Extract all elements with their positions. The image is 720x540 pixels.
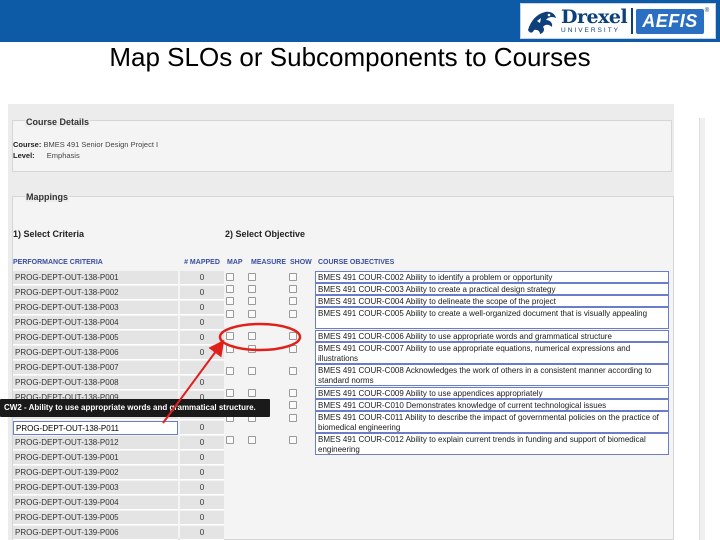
course-objectives-header: COURSE OBJECTIVES <box>318 259 395 266</box>
criteria-row[interactable]: PROG-DEPT-OUT-138-P008 <box>13 376 178 390</box>
map-checkbox[interactable] <box>226 389 234 397</box>
dragon-logo-icon <box>528 11 556 34</box>
criteria-row[interactable]: PROG-DEPT-OUT-138-P002 <box>13 286 178 300</box>
measure-checkbox[interactable] <box>248 345 256 353</box>
criteria-row[interactable]: PROG-DEPT-OUT-139-P004 <box>13 496 178 510</box>
performance-criteria-header: PERFORMANCE CRITERIA <box>13 259 103 266</box>
course-value: BMES 491 Senior Design Project I <box>43 140 159 149</box>
objective-row[interactable]: BMES 491 COUR-C006 Ability to use approp… <box>315 330 669 342</box>
map-checkbox[interactable] <box>226 436 234 444</box>
show-checkbox[interactable] <box>289 436 297 444</box>
registered-mark: ® <box>704 8 710 14</box>
mapped-count: 0 <box>180 376 224 390</box>
mapped-count <box>180 361 224 375</box>
level-label: Level: <box>13 151 35 160</box>
show-header: SHOW <box>290 259 312 266</box>
map-checkbox[interactable] <box>226 345 234 353</box>
map-checkbox[interactable] <box>226 332 234 340</box>
criteria-tooltip: CW2 - Ability to use appropriate words a… <box>0 399 270 417</box>
map-checkbox[interactable] <box>226 367 234 375</box>
mapped-count-header: # MAPPED <box>184 259 220 266</box>
measure-checkbox[interactable] <box>248 310 256 318</box>
mapped-count: 0 <box>180 466 224 480</box>
mapped-count: 0 <box>180 451 224 465</box>
criteria-row[interactable]: PROG-DEPT-OUT-138-P007 <box>13 361 178 375</box>
slide-title: Map SLOs or Subcomponents to Courses <box>109 42 591 72</box>
show-checkbox[interactable] <box>289 345 297 353</box>
map-checkbox[interactable] <box>226 273 234 281</box>
show-checkbox[interactable] <box>289 310 297 318</box>
map-checkbox[interactable] <box>226 310 234 318</box>
drexel-aefis-logo: Drexel UNIVERSITY AEFIS ® <box>520 3 716 39</box>
mapped-count: 0 <box>180 511 224 525</box>
objective-row[interactable]: BMES 491 COUR-C010 Demonstrates knowledg… <box>315 399 669 411</box>
criteria-row[interactable]: PROG-DEPT-OUT-139-P006 <box>13 526 178 540</box>
mappings-title: Mappings <box>25 192 69 202</box>
measure-checkbox[interactable] <box>248 297 256 305</box>
mapped-count: 0 <box>180 421 224 435</box>
objective-row[interactable]: BMES 491 COUR-C009 Ability to use append… <box>315 387 669 399</box>
show-checkbox[interactable] <box>289 389 297 397</box>
objective-row[interactable]: BMES 491 COUR-C002 Ability to identify a… <box>315 271 669 283</box>
level-value: Emphasis <box>46 151 80 160</box>
page-scrollbar[interactable] <box>699 118 705 540</box>
criteria-row[interactable]: PROG-DEPT-OUT-139-P003 <box>13 481 178 495</box>
criteria-row[interactable]: PROG-DEPT-OUT-138-P005 <box>13 331 178 345</box>
measure-header: MEASURE <box>251 259 287 266</box>
objective-row[interactable]: BMES 491 COUR-C011 Ability to describe t… <box>315 411 669 433</box>
show-checkbox[interactable] <box>289 273 297 281</box>
aefis-wordmark: AEFIS <box>636 8 704 34</box>
mapped-count: 0 <box>180 496 224 510</box>
show-checkbox[interactable] <box>289 297 297 305</box>
criteria-row[interactable]: PROG-DEPT-OUT-138-P012 <box>13 436 178 450</box>
criteria-row[interactable]: PROG-DEPT-OUT-139-P005 <box>13 511 178 525</box>
course-details-title: Course Details <box>25 117 91 127</box>
drexel-wordmark: Drexel <box>561 5 628 28</box>
show-checkbox[interactable] <box>289 401 297 409</box>
mapped-count: 0 <box>180 436 224 450</box>
measure-checkbox[interactable] <box>248 367 256 375</box>
step-select-criteria: 1) Select Criteria <box>13 229 85 239</box>
objective-row[interactable]: BMES 491 COUR-C004 Ability to delineate … <box>315 295 669 307</box>
map-header: MAP <box>227 259 243 266</box>
mapped-count: 0 <box>180 526 224 540</box>
measure-checkbox[interactable] <box>248 332 256 340</box>
course-label: Course: <box>13 140 42 149</box>
objective-row[interactable]: BMES 491 COUR-C008 Acknowledges the work… <box>315 364 669 386</box>
logo-divider <box>631 8 634 34</box>
mapped-count: 0 <box>180 331 224 345</box>
measure-checkbox[interactable] <box>248 389 256 397</box>
criteria-row[interactable]: PROG-DEPT-OUT-138-P004 <box>13 316 178 330</box>
step-select-objective: 2) Select Objective <box>225 229 306 239</box>
measure-checkbox[interactable] <box>248 273 256 281</box>
mapped-count: 0 <box>180 481 224 495</box>
objective-row[interactable]: BMES 491 COUR-C007 Ability to use approp… <box>315 342 669 364</box>
course-line: Course: BMES 491 Senior Design Project I <box>13 140 158 149</box>
university-wordmark: UNIVERSITY <box>561 26 621 34</box>
show-checkbox[interactable] <box>289 414 297 422</box>
criteria-row[interactable]: PROG-DEPT-OUT-139-P002 <box>13 466 178 480</box>
objective-row[interactable]: BMES 491 COUR-C005 Ability to create a w… <box>315 307 669 329</box>
show-checkbox[interactable] <box>289 367 297 375</box>
level-line: Level: Emphasis <box>13 151 80 160</box>
mapped-count: 0 <box>180 286 224 300</box>
criteria-row[interactable]: PROG-DEPT-OUT-139-P001 <box>13 451 178 465</box>
criteria-row[interactable]: PROG-DEPT-OUT-138-P006 <box>13 346 178 360</box>
show-checkbox[interactable] <box>289 285 297 293</box>
show-checkbox[interactable] <box>289 332 297 340</box>
criteria-row-selected[interactable]: PROG-DEPT-OUT-138-P011 <box>13 421 178 435</box>
mapped-count: 0 <box>180 301 224 315</box>
mapped-count: 0 <box>180 271 224 285</box>
objective-row[interactable]: BMES 491 COUR-C012 Ability to explain cu… <box>315 433 669 455</box>
map-checkbox[interactable] <box>226 297 234 305</box>
measure-checkbox[interactable] <box>248 436 256 444</box>
criteria-row[interactable]: PROG-DEPT-OUT-138-P001 <box>13 271 178 285</box>
mapped-count: 0 <box>180 316 224 330</box>
map-checkbox[interactable] <box>226 285 234 293</box>
measure-checkbox[interactable] <box>248 285 256 293</box>
mapped-count: 0 <box>180 346 224 360</box>
objective-row[interactable]: BMES 491 COUR-C003 Ability to create a p… <box>315 283 669 295</box>
criteria-row[interactable]: PROG-DEPT-OUT-138-P003 <box>13 301 178 315</box>
